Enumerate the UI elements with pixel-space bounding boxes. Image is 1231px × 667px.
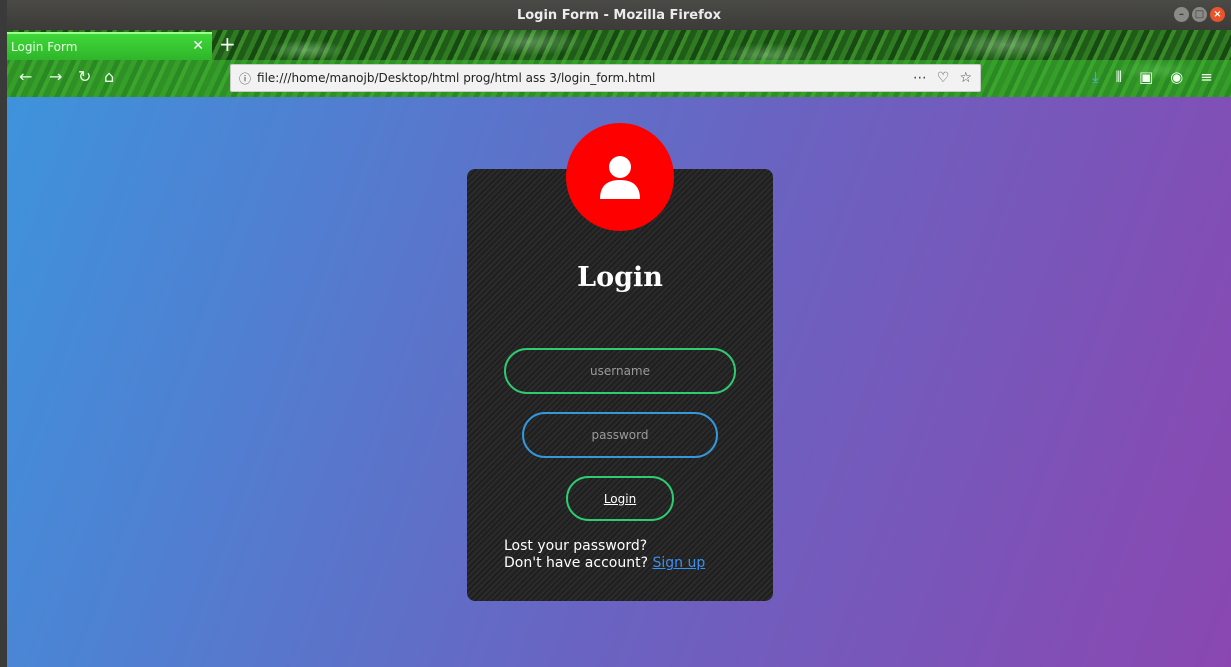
home-icon[interactable]: ⌂ [104, 68, 114, 86]
signup-line: Don't have account? Sign up [504, 555, 705, 572]
toolbar-actions: ⤓ ⫴ ▣ ◉ ≡ [1092, 68, 1213, 86]
account-links: Lost your password? Don't have account? … [504, 538, 705, 572]
password-input[interactable] [522, 412, 718, 458]
hamburger-menu-icon[interactable]: ≡ [1200, 68, 1213, 86]
close-window-icon[interactable]: × [1210, 7, 1225, 22]
avatar [566, 123, 674, 231]
window-title: Login Form - Mozilla Firefox [516, 7, 722, 23]
url-bar[interactable]: ⓘ file:///home/manojb/Desktop/html prog/… [230, 64, 981, 92]
reload-icon[interactable]: ↻ [78, 68, 91, 86]
arrow-left-icon[interactable]: ← [19, 68, 32, 86]
tab-strip: Login Form ✕ + [7, 30, 1231, 60]
title-bar: Login Form - Mozilla Firefox – □ × [7, 0, 1231, 30]
tab-login-form[interactable]: Login Form ✕ [7, 32, 212, 60]
sidebar-icon[interactable]: ▣ [1139, 68, 1153, 86]
tab-close-icon[interactable]: ✕ [192, 38, 204, 54]
star-icon[interactable]: ☆ [959, 70, 972, 86]
arrow-right-icon[interactable]: → [49, 68, 62, 86]
library-icon[interactable]: ⫴ [1116, 68, 1122, 86]
url-text[interactable]: file:///home/manojb/Desktop/html prog/ht… [257, 71, 655, 85]
username-input[interactable] [504, 348, 736, 394]
pocket-icon[interactable]: ♡ [937, 70, 950, 86]
browser-chrome: Login Form ✕ + ← → ↻ ⌂ ⓘ file:///home/ma… [7, 30, 1231, 97]
lost-password-text: Lost your password? [504, 538, 648, 554]
new-tab-icon[interactable]: + [219, 34, 236, 54]
login-heading: Login [577, 262, 663, 293]
maximize-icon[interactable]: □ [1192, 7, 1207, 22]
ellipsis-icon[interactable]: ⋯ [913, 70, 927, 86]
url-bar-actions: ⋯ ♡ ☆ [913, 70, 972, 86]
login-button[interactable]: Login [566, 476, 674, 521]
firefox-window: Login Form - Mozilla Firefox – □ × Login… [7, 0, 1231, 667]
download-icon[interactable]: ⤓ [1092, 68, 1099, 86]
navigation-toolbar: ← → ↻ ⌂ ⓘ file:///home/manojb/Desktop/ht… [7, 60, 1231, 97]
info-icon[interactable]: ⓘ [239, 70, 251, 87]
account-icon[interactable]: ◉ [1170, 68, 1183, 86]
tab-title: Login Form [11, 40, 78, 54]
window-controls: – □ × [1174, 7, 1225, 22]
no-account-text: Don't have account? [504, 555, 649, 571]
user-icon [600, 156, 640, 199]
page-content: Login Login Lost your password? Don't ha… [7, 97, 1231, 667]
signup-link[interactable]: Sign up [652, 555, 705, 571]
minimize-icon[interactable]: – [1174, 7, 1189, 22]
